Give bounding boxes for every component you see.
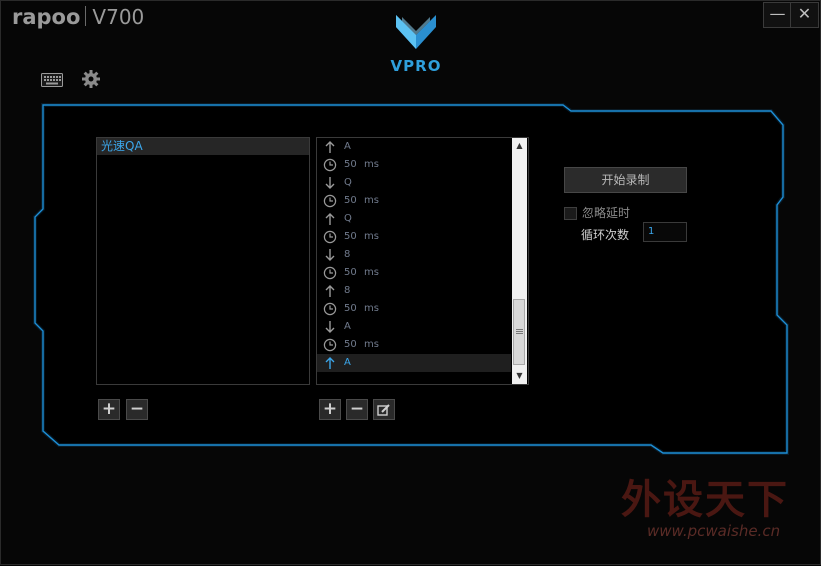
event-value: 50 xyxy=(344,339,357,350)
event-value: 50 xyxy=(344,303,357,314)
event-row[interactable]: 50 ms xyxy=(317,336,511,354)
ignore-delay-checkbox[interactable] xyxy=(564,207,577,220)
event-value: 50 xyxy=(344,231,357,242)
arrow-up-icon xyxy=(325,141,335,153)
event-unit: ms xyxy=(364,195,379,206)
event-value: A xyxy=(344,357,351,368)
arrow-up-icon xyxy=(325,213,335,225)
event-value: A xyxy=(344,141,351,152)
scroll-up-arrow-icon[interactable]: ▲ xyxy=(512,138,527,154)
macro-list-item[interactable]: 光速QA xyxy=(97,138,309,155)
event-unit: ms xyxy=(364,339,379,350)
arrow-up-icon xyxy=(325,285,335,297)
event-row[interactable]: A xyxy=(317,138,511,156)
loop-count-input[interactable]: 1 xyxy=(643,222,687,242)
watermark-url: www.pcwaishe.cn xyxy=(647,522,781,540)
scrollbar-thumb[interactable] xyxy=(513,299,525,365)
event-row[interactable]: 50 ms xyxy=(317,228,511,246)
event-row[interactable]: 50 ms xyxy=(317,192,511,210)
event-list-scrollbar[interactable]: ▲ ▼ xyxy=(512,138,527,384)
event-value: 50 xyxy=(344,195,357,206)
event-unit: ms xyxy=(364,159,379,170)
arrow-down-icon xyxy=(325,177,335,189)
event-value: 8 xyxy=(344,249,351,260)
event-row[interactable]: 50 ms xyxy=(317,300,511,318)
event-value: 8 xyxy=(344,285,351,296)
arrow-up-icon xyxy=(325,357,335,369)
event-row[interactable]: Q xyxy=(317,210,511,228)
clock-icon xyxy=(323,302,337,316)
loop-count-label: 循环次数 xyxy=(581,228,630,242)
scroll-down-arrow-icon[interactable]: ▼ xyxy=(512,368,527,384)
event-value: 50 xyxy=(344,267,357,278)
event-row[interactable]: A xyxy=(317,318,511,336)
clock-icon xyxy=(323,266,337,280)
event-unit: ms xyxy=(364,231,379,242)
macro-list[interactable]: 光速QA xyxy=(96,137,310,385)
event-value: Q xyxy=(344,177,352,188)
clock-icon xyxy=(323,338,337,352)
event-value: Q xyxy=(344,213,352,224)
event-row[interactable]: A xyxy=(317,354,511,372)
remove-event-button[interactable]: − xyxy=(346,399,368,420)
event-unit: ms xyxy=(364,267,379,278)
event-row[interactable]: 8 xyxy=(317,246,511,264)
event-row[interactable]: 50 ms xyxy=(317,264,511,282)
watermark-text: 外设天下 xyxy=(621,477,789,523)
event-unit: ms xyxy=(364,303,379,314)
clock-icon xyxy=(323,158,337,172)
event-value: 50 xyxy=(344,159,357,170)
edit-icon xyxy=(377,404,390,416)
start-recording-button[interactable]: 开始录制 xyxy=(564,167,687,193)
event-row[interactable]: 8 xyxy=(317,282,511,300)
event-value: A xyxy=(344,321,351,332)
app-window: rapoo V700 — ✕ VPRO 光速QA A 50 ms Q 50 ms… xyxy=(0,0,821,565)
add-event-button[interactable]: + xyxy=(319,399,341,420)
event-row[interactable]: 50 ms xyxy=(317,156,511,174)
add-macro-button[interactable]: + xyxy=(98,399,120,420)
remove-macro-button[interactable]: − xyxy=(126,399,148,420)
macro-event-list[interactable]: A 50 ms Q 50 ms Q 50 ms 8 50 ms 8 50 ms A 50 ms A ▲ ▼ xyxy=(316,137,529,385)
clock-icon xyxy=(323,194,337,208)
ignore-delay-label: 忽略延时 xyxy=(582,206,631,220)
arrow-down-icon xyxy=(325,249,335,261)
edit-event-button[interactable] xyxy=(373,399,395,420)
arrow-down-icon xyxy=(325,321,335,333)
event-row[interactable]: Q xyxy=(317,174,511,192)
clock-icon xyxy=(323,230,337,244)
